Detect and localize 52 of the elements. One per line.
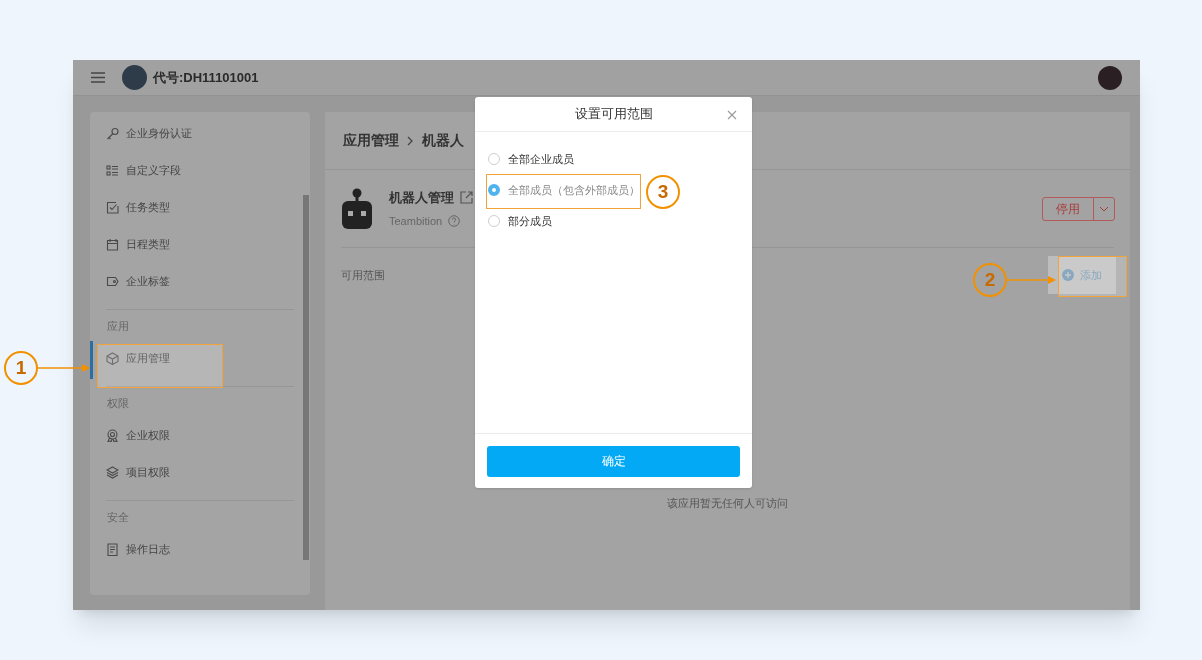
layers-icon xyxy=(106,466,119,479)
sidebar-item[interactable]: 企业权限 xyxy=(90,417,310,454)
menu-icon[interactable] xyxy=(91,72,105,83)
radio-option[interactable]: 全部成员（包含外部成员） xyxy=(488,178,640,202)
key-icon xyxy=(106,127,119,140)
document-icon xyxy=(106,543,119,556)
user-avatar[interactable] xyxy=(1098,65,1122,90)
tag-icon xyxy=(106,275,119,288)
step-marker: 3 xyxy=(646,175,680,209)
sidebar-item[interactable]: 项目权限 xyxy=(90,454,310,491)
sidebar-item[interactable]: 企业身份认证 xyxy=(90,115,310,152)
list-icon xyxy=(106,164,119,177)
step-marker: 2 xyxy=(973,263,1007,297)
close-icon[interactable] xyxy=(727,110,737,120)
chevron-right-icon xyxy=(407,135,414,146)
external-link-icon[interactable] xyxy=(460,190,473,204)
sidebar-item[interactable]: 企业标签 xyxy=(90,263,310,300)
sidebar-heading: 安全 xyxy=(106,510,130,525)
dialog-title: 设置可用范围 xyxy=(574,105,653,124)
radio-button[interactable] xyxy=(488,184,500,196)
confirm-button[interactable]: 确定 xyxy=(487,445,740,477)
badge-icon xyxy=(106,429,119,442)
sidebar-item[interactable]: 操作日志 xyxy=(90,531,310,568)
step-marker: 1 xyxy=(4,351,38,385)
empty-message: 该应用暂无任何人可访问 xyxy=(667,496,788,511)
organization-title: 代号:DH11101001 xyxy=(153,68,259,87)
help-icon[interactable] xyxy=(448,215,461,228)
radio-option[interactable]: 全部企业成员 xyxy=(488,147,574,171)
calendar-icon xyxy=(106,238,119,251)
robot-icon xyxy=(341,187,373,230)
breadcrumb-current: 机器人 xyxy=(422,131,464,150)
sidebar-item[interactable]: 日程类型 xyxy=(90,226,310,263)
radio-button[interactable] xyxy=(488,215,500,227)
app-vendor: Teambition xyxy=(389,214,443,229)
checkbox-icon xyxy=(106,201,119,214)
cube-icon xyxy=(106,352,119,365)
caret-down-icon xyxy=(1099,205,1109,212)
breadcrumb-link[interactable]: 应用管理 xyxy=(343,130,399,151)
section-label: 可用范围 xyxy=(341,267,385,283)
highlight-frame xyxy=(1058,256,1127,297)
avatar xyxy=(122,65,147,90)
sidebar-item[interactable]: 任务类型 xyxy=(90,189,310,226)
radio-button[interactable] xyxy=(488,153,500,165)
sidebar-item[interactable]: 自定义字段 xyxy=(90,152,310,189)
sidebar-heading: 权限 xyxy=(106,396,130,411)
arrow xyxy=(1007,275,1056,285)
scrollbar[interactable] xyxy=(303,195,309,560)
sidebar-item[interactable]: 应用管理 xyxy=(90,340,310,377)
radio-option[interactable]: 部分成员 xyxy=(488,209,552,233)
app-name: 机器人管理 xyxy=(389,188,454,207)
arrow xyxy=(38,363,90,373)
plus-circle-icon xyxy=(1062,269,1074,281)
